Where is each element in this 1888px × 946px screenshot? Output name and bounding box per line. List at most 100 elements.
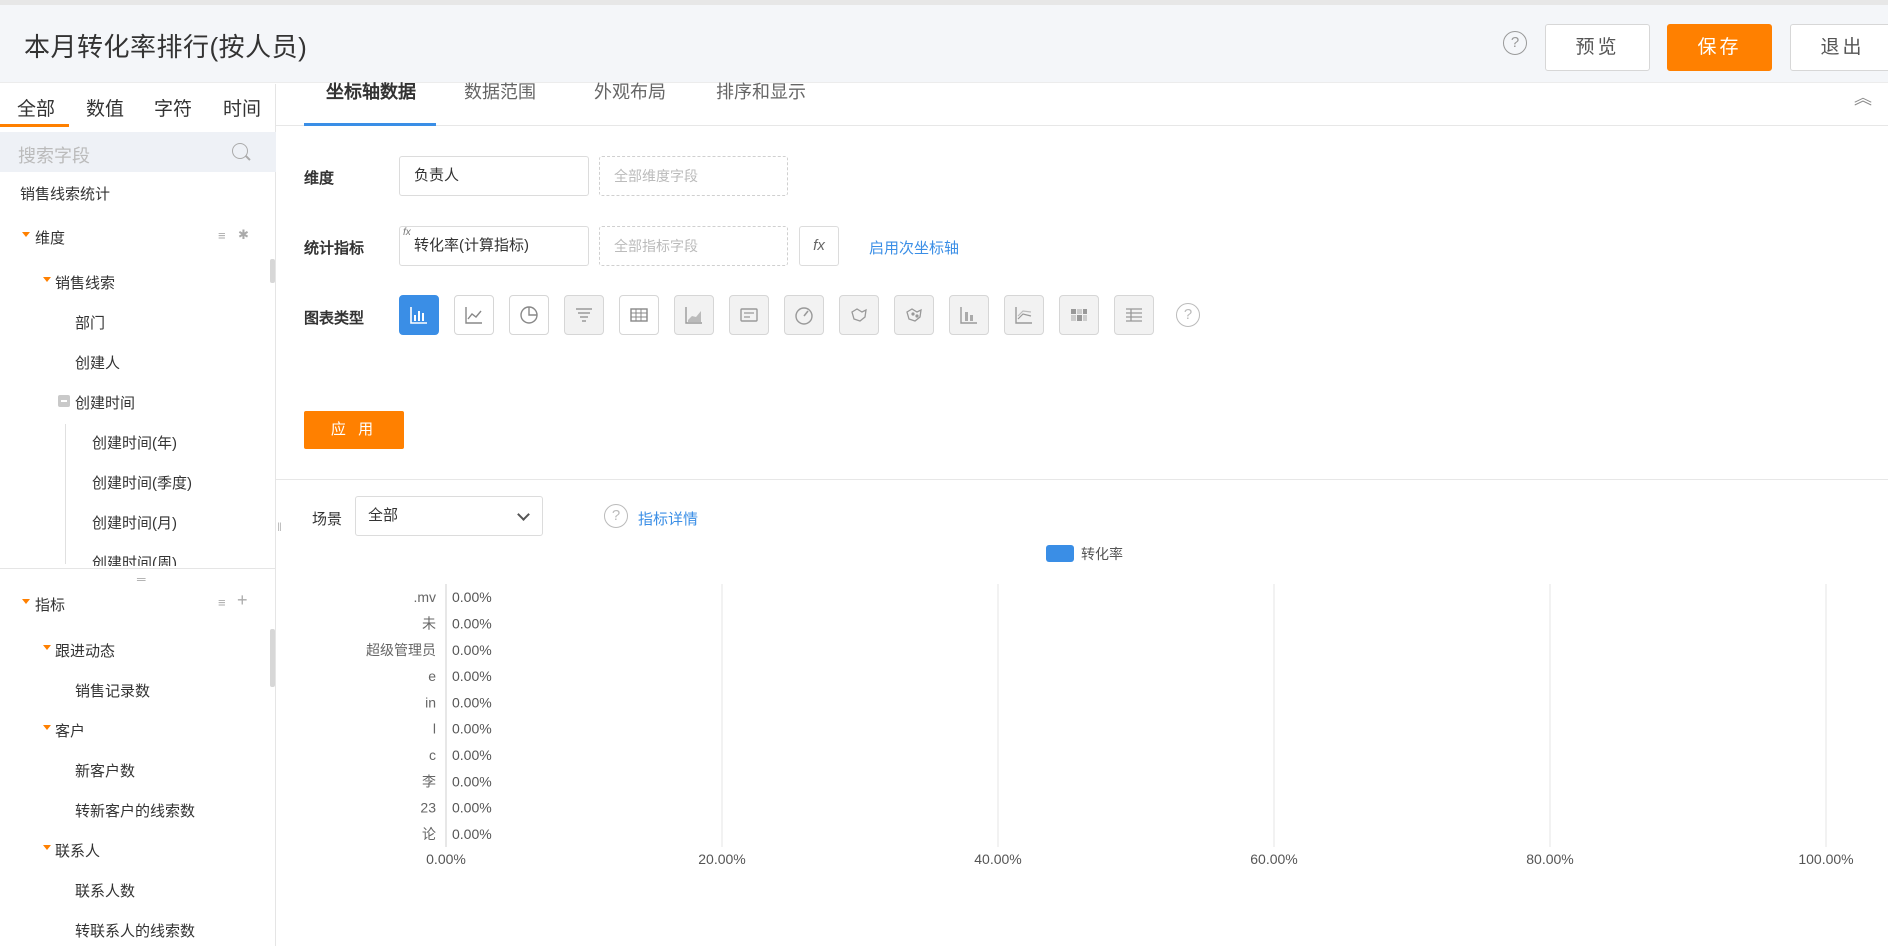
field-group-time[interactable]: 创建时间 [75,392,135,413]
data-source-name: 销售线索统计 [20,186,111,203]
metric-help-icon[interactable]: ? [604,504,628,528]
field-item[interactable]: 创建人 [75,352,120,373]
metric-section[interactable]: 跟进动态 [55,640,115,661]
chart-type-scatter-map-icon[interactable] [894,295,934,335]
metric-field[interactable]: fx 转化率(计算指标) [399,226,589,266]
formula-button[interactable]: fx [799,226,839,266]
field-sidebar: 全部 数值 字符 时间 搜索字段 销售线索统计 维度 ≡ ✱ 销售线索 部门 创… [0,84,276,946]
tab-time[interactable]: 时间 [223,94,261,121]
scene-select[interactable]: 全部 [355,496,543,536]
x-tick-label: 60.00% [1250,851,1297,867]
field-item[interactable]: 转联系人的线索数 [75,920,195,941]
caret-down-icon[interactable] [22,599,30,604]
dimension-subgroup[interactable]: 销售线索 [55,272,115,293]
bar-data-label: 0.00% [452,694,492,710]
field-item[interactable]: 新客户数 [75,760,135,781]
bar-data-label: 0.00% [452,615,492,631]
metric-group[interactable]: 指标 [35,594,65,615]
chart-type-table-icon[interactable] [619,295,659,335]
caret-down-icon[interactable] [43,845,51,850]
gear-icon[interactable]: ✱ [238,227,249,243]
y-category-label: 未 [422,615,436,631]
chart-type-area-icon[interactable] [674,295,714,335]
bar-data-label: 0.00% [452,721,492,737]
field-item[interactable]: 创建时间(季度) [92,472,192,493]
field-item[interactable]: 创建时间(年) [92,432,177,453]
tree-guide-line [65,424,66,564]
chart-type-pie-icon[interactable] [509,295,549,335]
scrollbar-thumb[interactable] [270,259,275,283]
y-category-label: e [428,668,436,684]
bar-data-label: 0.00% [452,642,492,658]
chart-type-label: 图表类型 [304,310,365,327]
metric-section[interactable]: 联系人 [55,840,100,861]
scrollbar-thumb[interactable] [270,629,275,687]
secondary-axis-link[interactable]: 启用次坐标轴 [869,237,959,258]
save-button[interactable]: 保存 [1667,24,1772,71]
tab-sort-display[interactable]: 排序和显示 [716,78,806,104]
y-category-label: l [433,721,436,737]
caret-down-icon[interactable] [22,232,30,237]
x-tick-label: 40.00% [974,851,1021,867]
chart-type-stacked-bar-icon[interactable] [949,295,989,335]
field-item[interactable]: 创建时间(月) [92,512,177,533]
x-tick-label: 80.00% [1526,851,1573,867]
caret-down-icon[interactable] [43,277,51,282]
chart-type-funnel-icon[interactable] [564,295,604,335]
chart-type-heatmap-icon[interactable] [1059,295,1099,335]
tab-data-range[interactable]: 数据范围 [464,78,536,104]
section-divider [276,479,1888,480]
x-tick-label: 20.00% [698,851,745,867]
metric-detail-link[interactable]: 指标详情 [638,508,698,529]
plus-icon[interactable]: + [237,590,248,611]
y-category-label: 23 [420,800,436,816]
tab-numeric[interactable]: 数值 [86,94,124,121]
search-icon[interactable] [232,143,248,159]
collapse-icon[interactable] [58,395,70,407]
chart-type-gauge-icon[interactable] [784,295,824,335]
chart-type-bar-icon[interactable] [399,295,439,335]
bar-data-label: 0.00% [452,826,492,842]
field-item[interactable]: 销售记录数 [75,680,150,701]
legend-label: 转化率 [1081,546,1123,562]
metric-label: 统计指标 [304,240,365,257]
y-category-label: in [425,694,436,710]
dimension-drop-zone[interactable]: 全部维度字段 [599,156,788,196]
chart-type-line-icon[interactable] [454,295,494,335]
caret-down-icon[interactable] [43,645,51,650]
chart-type-map-icon[interactable] [839,295,879,335]
chart-type-card-icon[interactable] [729,295,769,335]
metric-drop-zone[interactable]: 全部指标字段 [599,226,788,266]
y-category-label: c [429,747,436,763]
metric-section[interactable]: 客户 [55,720,85,741]
chart-type-pivot-icon[interactable] [1114,295,1154,335]
caret-down-icon[interactable] [43,725,51,730]
chart-type-help-icon[interactable]: ? [1176,303,1200,327]
tab-appearance[interactable]: 外观布局 [594,78,666,104]
exit-button[interactable]: 退出 [1790,24,1888,71]
sort-icon[interactable]: ≡ [218,595,226,610]
tab-axis-data[interactable]: 坐标轴数据 [326,78,416,104]
header-bar: 本月转化率排行(按人员) ? 预览 保存 退出 [0,5,1888,83]
bar-data-label: 0.00% [452,747,492,763]
field-item[interactable]: 联系人数 [75,880,135,901]
search-input[interactable]: 搜索字段 [18,142,90,168]
field-item[interactable]: 转新客户的线索数 [75,800,195,821]
preview-button[interactable]: 预览 [1545,24,1650,71]
apply-button[interactable]: 应 用 [304,411,404,449]
page-title: 本月转化率排行(按人员) [24,32,308,62]
tab-all[interactable]: 全部 [17,94,55,121]
field-search[interactable]: 搜索字段 [0,132,276,172]
resize-handle-icon[interactable]: ═ [137,572,146,586]
y-category-label: 超级管理员 [366,642,436,658]
help-icon[interactable]: ? [1503,31,1527,55]
collapse-up-icon[interactable]: ︽ [1854,84,1872,110]
tab-string[interactable]: 字符 [154,94,192,121]
dimension-field[interactable]: 负责人 [399,156,589,196]
field-item[interactable]: 部门 [75,312,105,333]
sort-icon[interactable]: ≡ [218,228,226,243]
dimension-group[interactable]: 维度 [35,227,65,248]
y-category-label: 李 [422,773,436,789]
field-item[interactable]: 创建时间(周) [92,552,177,566]
chart-type-multi-line-icon[interactable] [1004,295,1044,335]
